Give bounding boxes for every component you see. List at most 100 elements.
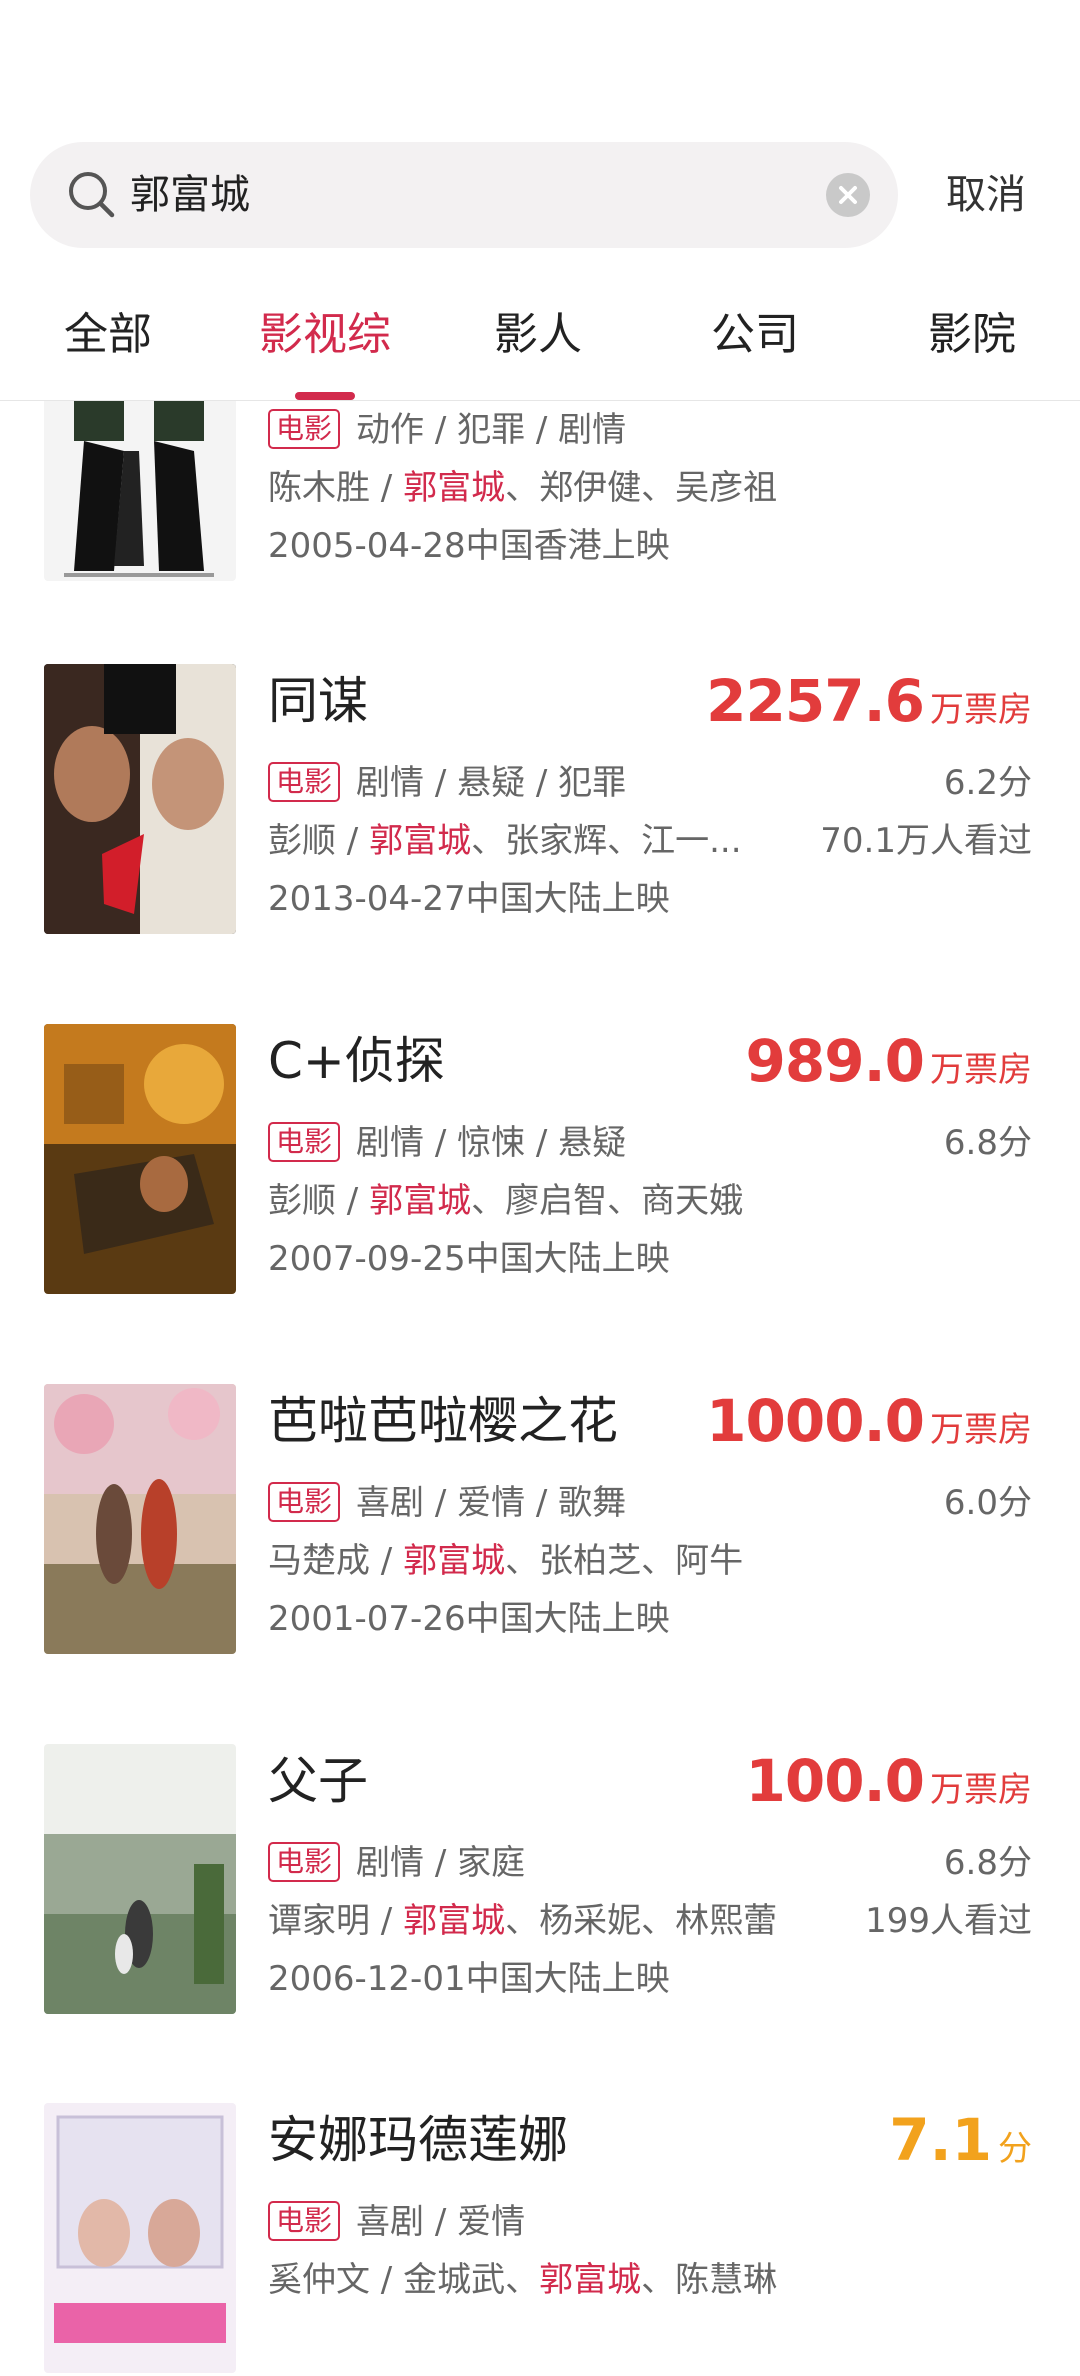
separator: / <box>370 1901 404 1941</box>
list-item[interactable]: 电影 动作 / 犯罪 / 剧情 陈木胜 / 郭富城、郑伊健、吴彦祖 2005-04… <box>0 401 1080 581</box>
list-item[interactable]: 同谋 2257.6 万票房 电影 剧情 / 悬疑 / 犯罪 6.2分 彭顺 / 郭富… <box>0 664 1080 934</box>
highlighted-actor: 郭富城 <box>369 821 472 861</box>
director: 彭顺 <box>268 821 336 861</box>
separator: / <box>370 1541 404 1581</box>
search-bar[interactable]: 郭富城 <box>30 142 898 248</box>
genre-row: 电影 动作 / 犯罪 / 剧情 <box>268 401 1032 459</box>
highlighted-actor: 郭富城 <box>369 1181 472 1221</box>
movie-title: 芭啦芭啦樱之花 <box>268 1392 618 1450</box>
rating: 6.2分 <box>943 763 1032 803</box>
box-office-unit: 万票房 <box>930 1050 1032 1090</box>
release-row: 2007-09-25中国大陆上映 <box>268 1230 1032 1288</box>
score-value: 7.1 <box>889 2106 992 2174</box>
genre-row: 电影 剧情 / 悬疑 / 犯罪 6.2分 <box>268 754 1032 812</box>
tab-all[interactable]: 全部 <box>8 270 208 400</box>
genres: 剧情 / 惊悚 / 悬疑 <box>356 1123 627 1163</box>
score-unit: 分 <box>998 2129 1032 2169</box>
tab-film-tv-variety[interactable]: 影视综 <box>225 270 425 400</box>
box-office-value: 100.0 <box>745 1747 925 1815</box>
genres: 喜剧 / 爱情 / 歌舞 <box>356 1483 627 1523</box>
genres: 喜剧 / 爱情 <box>356 2202 526 2242</box>
score: 7.1 分 <box>889 2103 1032 2192</box>
separator: / <box>336 1181 370 1221</box>
box-office-unit: 万票房 <box>930 1770 1032 1810</box>
credits-row: 陈木胜 / 郭富城、郑伊健、吴彦祖 <box>268 459 1032 517</box>
rating: 6.8分 <box>943 1843 1032 1883</box>
genre-row: 电影 喜剧 / 爱情 / 歌舞 6.0分 <box>268 1474 1032 1532</box>
search-input[interactable]: 郭富城 <box>130 142 250 248</box>
director: 奚仲文 <box>268 2260 370 2300</box>
movie-poster[interactable] <box>44 2103 236 2373</box>
box-office-unit: 万票房 <box>930 690 1032 730</box>
box-office-unit: 万票房 <box>930 1410 1032 1450</box>
cast-rest: 、张家辉、江一... <box>471 821 742 861</box>
highlighted-actor: 郭富城 <box>539 2260 642 2300</box>
movie-poster[interactable] <box>44 664 236 934</box>
tab-people[interactable]: 影人 <box>438 270 638 400</box>
movie-title: 安娜玛德莲娜 <box>268 2111 568 2169</box>
type-tag: 电影 <box>268 408 341 449</box>
rating: 6.8分 <box>943 1123 1032 1163</box>
release-date: 2006-12-01中国大陆上映 <box>268 1959 670 1999</box>
type-tag: 电影 <box>268 1481 341 1522</box>
results-list[interactable]: 电影 动作 / 犯罪 / 剧情 陈木胜 / 郭富城、郑伊健、吴彦祖 2005-04… <box>0 401 1080 2376</box>
tab-cinema[interactable]: 影院 <box>872 270 1072 400</box>
separator: / <box>370 2260 404 2300</box>
genres: 剧情 / 家庭 <box>356 1843 526 1883</box>
movie-title: 父子 <box>268 1752 368 1810</box>
list-item[interactable]: 父子 100.0 万票房 电影 剧情 / 家庭 6.8分 谭家明 / 郭富城、杨采妮… <box>0 1744 1080 2014</box>
type-tag: 电影 <box>268 1121 341 1162</box>
credits-row: 谭家明 / 郭富城、杨采妮、林熙蕾 199人看过 <box>268 1892 1032 1950</box>
release-row: 2006-12-01中国大陆上映 <box>268 1950 1032 2008</box>
cast-rest: 、张柏芝、阿牛 <box>505 1541 744 1581</box>
release-date: 2013-04-27中国大陆上映 <box>268 879 670 919</box>
separator: / <box>336 821 370 861</box>
movie-title: C+侦探 <box>268 1032 445 1090</box>
box-office: 2257.6 万票房 <box>706 664 1032 753</box>
cancel-button[interactable]: 取消 <box>916 142 1056 248</box>
credits-row: 彭顺 / 郭富城、廖启智、商天娥 <box>268 1172 1032 1230</box>
list-item[interactable]: C+侦探 989.0 万票房 电影 剧情 / 惊悚 / 悬疑 6.8分 彭顺 / 郭… <box>0 1024 1080 1294</box>
genre-row: 电影 剧情 / 惊悚 / 悬疑 6.8分 <box>268 1114 1032 1172</box>
clear-icon[interactable] <box>826 173 870 217</box>
tab-company[interactable]: 公司 <box>655 270 855 400</box>
type-tag: 电影 <box>268 1841 341 1882</box>
highlighted-actor: 郭富城 <box>403 1541 506 1581</box>
movie-poster[interactable] <box>44 1744 236 2014</box>
active-tab-indicator <box>295 392 355 400</box>
genre-row: 电影 喜剧 / 爱情 <box>268 2193 1032 2251</box>
search-icon <box>69 172 115 218</box>
box-office-value: 2257.6 <box>706 667 925 735</box>
release-date: 2007-09-25中国大陆上映 <box>268 1239 670 1279</box>
watched-count: 70.1万人看过 <box>820 821 1032 861</box>
director: 彭顺 <box>268 1181 336 1221</box>
credits-row: 奚仲文 / 金城武、郭富城、陈慧琳 <box>268 2251 1032 2309</box>
box-office: 100.0 万票房 <box>746 1744 1032 1833</box>
type-tag: 电影 <box>268 761 341 802</box>
credits-row: 马楚成 / 郭富城、张柏芝、阿牛 <box>268 1532 1032 1590</box>
movie-title: 同谋 <box>268 672 368 730</box>
release-row: 2001-07-26中国大陆上映 <box>268 1590 1032 1648</box>
highlighted-actor: 郭富城 <box>403 468 506 508</box>
movie-poster[interactable] <box>44 1384 236 1654</box>
genre-row: 电影 剧情 / 家庭 6.8分 <box>268 1834 1032 1892</box>
box-office: 989.0 万票房 <box>746 1024 1032 1113</box>
list-item[interactable]: 安娜玛德莲娜 7.1 分 电影 喜剧 / 爱情 奚仲文 / 金城武、郭富城、陈慧琳 <box>0 2103 1080 2373</box>
cast-before: 金城武、 <box>403 2260 540 2300</box>
category-tabs: 全部 影视综 影人 公司 影院 <box>0 270 1080 401</box>
rating: 6.0分 <box>943 1483 1032 1523</box>
director: 谭家明 <box>268 1901 370 1941</box>
release-date: 2005-04-28中国香港上映 <box>268 526 670 566</box>
box-office: 1000.0 万票房 <box>706 1384 1032 1473</box>
movie-poster[interactable] <box>44 1024 236 1294</box>
box-office-value: 1000.0 <box>706 1387 925 1455</box>
type-tag: 电影 <box>268 2200 341 2241</box>
box-office-value: 989.0 <box>745 1027 925 1095</box>
genres: 动作 / 犯罪 / 剧情 <box>356 410 627 450</box>
director: 陈木胜 <box>268 468 370 508</box>
release-row: 2013-04-27中国大陆上映 <box>268 870 1032 928</box>
watched-count: 199人看过 <box>865 1901 1032 1941</box>
cast-rest: 、陈慧琳 <box>641 2260 778 2300</box>
movie-poster[interactable] <box>44 401 236 581</box>
list-item[interactable]: 芭啦芭啦樱之花 1000.0 万票房 电影 喜剧 / 爱情 / 歌舞 6.0分 马楚… <box>0 1384 1080 1654</box>
